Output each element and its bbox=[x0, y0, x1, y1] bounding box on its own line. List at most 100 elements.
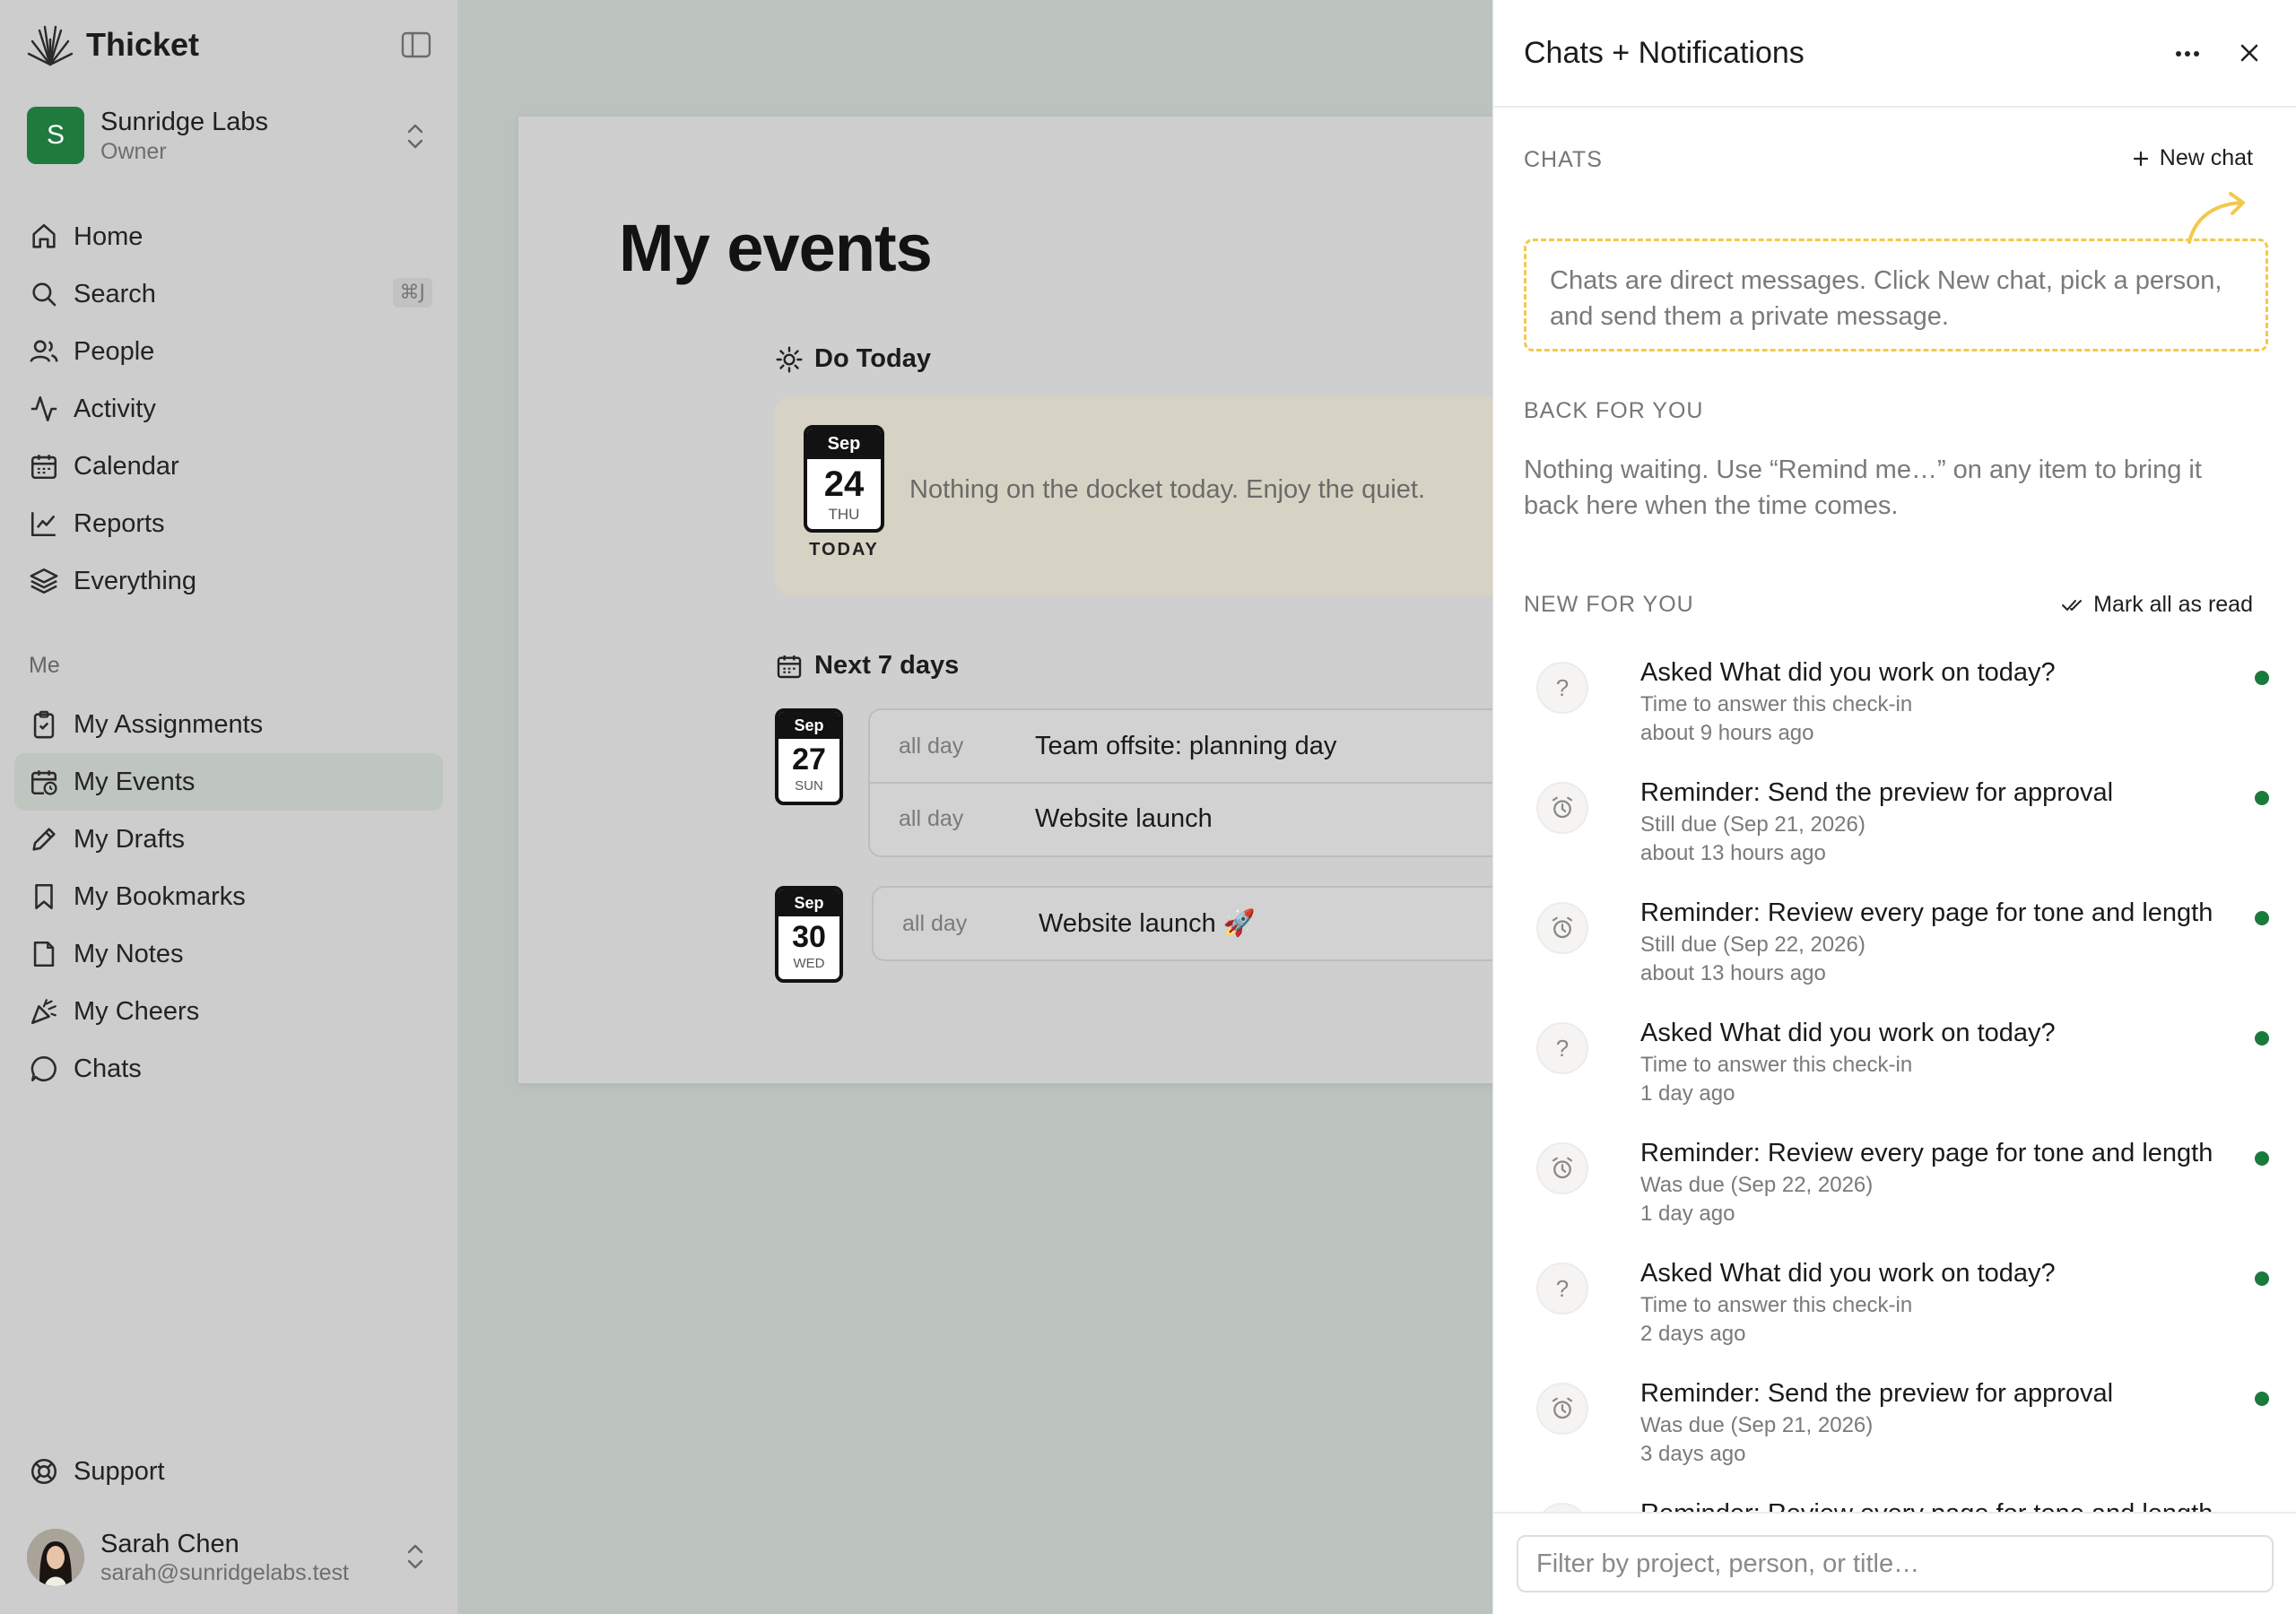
notification-title: Reminder: Review every page for tone and… bbox=[1640, 898, 2213, 927]
unread-dot bbox=[2255, 1151, 2269, 1166]
alarm-clock-icon bbox=[1536, 782, 1588, 834]
notification-title: Reminder: Review every page for tone and… bbox=[1640, 1139, 2213, 1167]
bookmark-icon bbox=[35, 883, 53, 910]
nav-item-people[interactable]: People bbox=[14, 323, 443, 380]
question-icon: ? bbox=[1536, 662, 1588, 714]
nav-item-reports[interactable]: Reports bbox=[14, 495, 443, 552]
today-empty-message: Nothing on the docket today. Enjoy the q… bbox=[909, 475, 1426, 504]
home-icon bbox=[32, 223, 56, 248]
do-today-label: Do Today bbox=[814, 344, 931, 373]
next-7-days-label: Next 7 days bbox=[814, 651, 960, 680]
close-icon[interactable] bbox=[2234, 38, 2265, 68]
brand[interactable]: Thicket bbox=[27, 22, 199, 68]
chats-hint: Chats are direct messages. Click New cha… bbox=[1524, 239, 2268, 351]
date-month: Sep bbox=[778, 712, 839, 739]
page-title: My events bbox=[619, 211, 933, 285]
notification-subtitle: Was due (Sep 21, 2026) bbox=[1640, 1413, 1874, 1437]
nav-item-my-cheers[interactable]: My Cheers bbox=[14, 983, 443, 1040]
notification-time: 1 day ago bbox=[1640, 1081, 1735, 1106]
date-day: 27 bbox=[792, 742, 826, 777]
lifebuoy-icon bbox=[30, 1458, 57, 1485]
filter-input[interactable] bbox=[1517, 1535, 2274, 1592]
nav-item-my-notes[interactable]: My Notes bbox=[14, 925, 443, 983]
workspace-role: Owner bbox=[100, 139, 167, 164]
main-nav: Home Search ⌘J People Activity Calendar … bbox=[14, 208, 443, 610]
notification-subtitle: Time to answer this check-in bbox=[1640, 1053, 1913, 1077]
new-chat-button[interactable]: New chat bbox=[2131, 145, 2253, 171]
new-chat-label: New chat bbox=[2159, 145, 2253, 170]
support-label: Support bbox=[74, 1456, 165, 1486]
event-group: all day Team offsite: planning day all d… bbox=[868, 708, 1595, 857]
notification-title: Asked What did you work on today? bbox=[1640, 1019, 2056, 1047]
support-link[interactable]: Support bbox=[29, 1456, 165, 1487]
nav-label: My Drafts bbox=[74, 824, 186, 854]
event-title: Website launch 🚀 bbox=[1039, 909, 1256, 938]
notification-title: Reminder: Send the preview for approval bbox=[1640, 1379, 2114, 1408]
notification-title: Reminder: Send the preview for approval bbox=[1640, 778, 2114, 807]
unread-dot bbox=[2255, 791, 2269, 805]
nav-label: People bbox=[74, 336, 155, 366]
calendar-icon bbox=[777, 655, 802, 678]
calendar-clock-icon bbox=[30, 770, 57, 795]
people-icon bbox=[30, 340, 58, 362]
alarm-clock-icon bbox=[1536, 1383, 1588, 1435]
nav-item-my-assignments[interactable]: My Assignments bbox=[14, 696, 443, 753]
notification-time: 1 day ago bbox=[1640, 1202, 1735, 1226]
chat-icon bbox=[30, 1055, 57, 1082]
nav-item-search[interactable]: Search ⌘J bbox=[14, 265, 443, 323]
panel-title: Chats + Notifications bbox=[1524, 36, 1805, 70]
nav-item-everything[interactable]: Everything bbox=[14, 552, 443, 610]
event-row[interactable]: all day Website launch 🚀 bbox=[874, 888, 1595, 959]
event-row[interactable]: all day Website launch bbox=[870, 782, 1595, 854]
question-icon: ? bbox=[1536, 1022, 1588, 1074]
nav-item-home[interactable]: Home bbox=[14, 208, 443, 265]
notification-subtitle: Time to answer this check-in bbox=[1640, 692, 1913, 716]
date-weekday: SUN bbox=[795, 778, 823, 794]
event-group: all day Website launch 🚀 bbox=[872, 886, 1595, 961]
notification-subtitle: Time to answer this check-in bbox=[1640, 1293, 1913, 1317]
nav-item-activity[interactable]: Activity bbox=[14, 380, 443, 438]
date-day: 30 bbox=[792, 920, 826, 954]
unread-dot bbox=[2255, 1392, 2269, 1406]
nav-label: Chats bbox=[74, 1054, 142, 1083]
workspace-switcher[interactable]: S Sunridge Labs Owner bbox=[27, 104, 432, 167]
date-tile: Sep 27 SUN bbox=[775, 708, 843, 805]
nav-item-my-bookmarks[interactable]: My Bookmarks bbox=[14, 868, 443, 925]
nav-label: My Events bbox=[74, 767, 196, 796]
pencil-icon bbox=[32, 828, 56, 851]
notification-time: about 13 hours ago bbox=[1640, 841, 1826, 865]
me-section-label: Me bbox=[29, 653, 60, 678]
do-today-card: Sep 24 THU TODAY Nothing on the docket t… bbox=[775, 396, 1595, 595]
alarm-clock-icon bbox=[1536, 1142, 1588, 1194]
back-for-you-label: BACK FOR YOU bbox=[1524, 398, 1704, 423]
date-weekday: WED bbox=[793, 956, 825, 971]
today-label: TODAY bbox=[809, 540, 879, 560]
notification-title: Reminder: Review every page for tone and… bbox=[1640, 1499, 2213, 1512]
date-month: Sep bbox=[778, 889, 839, 916]
back-for-you-empty: Nothing waiting. Use “Remind me…” on any… bbox=[1524, 456, 2202, 520]
notification-subtitle: Still due (Sep 22, 2026) bbox=[1640, 933, 1866, 957]
panel-header: Chats + Notifications bbox=[1493, 0, 2296, 108]
unread-dot bbox=[2255, 1031, 2269, 1046]
chevron-up-down-icon bbox=[407, 124, 423, 149]
notification-subtitle: Still due (Sep 21, 2026) bbox=[1640, 812, 1866, 837]
nav-item-calendar[interactable]: Calendar bbox=[14, 438, 443, 495]
reports-icon bbox=[30, 512, 56, 537]
nav-label: My Assignments bbox=[74, 709, 264, 739]
user-menu[interactable]: Sarah Chen sarah@sunridgelabs.test bbox=[27, 1524, 432, 1591]
date-tile: Sep 30 WED bbox=[775, 886, 843, 983]
avatar bbox=[27, 1529, 84, 1586]
notification-title: Asked What did you work on today? bbox=[1640, 1259, 2056, 1288]
nav-item-my-drafts[interactable]: My Drafts bbox=[14, 811, 443, 868]
plus-icon bbox=[2133, 151, 2148, 166]
sidebar-toggle-icon[interactable] bbox=[400, 30, 432, 59]
sun-icon bbox=[776, 345, 803, 373]
more-icon[interactable] bbox=[2170, 41, 2205, 66]
notification-time: 3 days ago bbox=[1640, 1442, 1746, 1466]
nav-item-chats[interactable]: Chats bbox=[14, 1040, 443, 1098]
activity-icon bbox=[30, 395, 57, 422]
chevron-up-down-icon bbox=[407, 1544, 423, 1569]
events-page: My events Do Today Sep 24 THU TODAY Noth… bbox=[518, 117, 1595, 1083]
event-row[interactable]: all day Team offsite: planning day bbox=[870, 710, 1595, 782]
nav-item-my-events[interactable]: My Events bbox=[14, 753, 443, 811]
